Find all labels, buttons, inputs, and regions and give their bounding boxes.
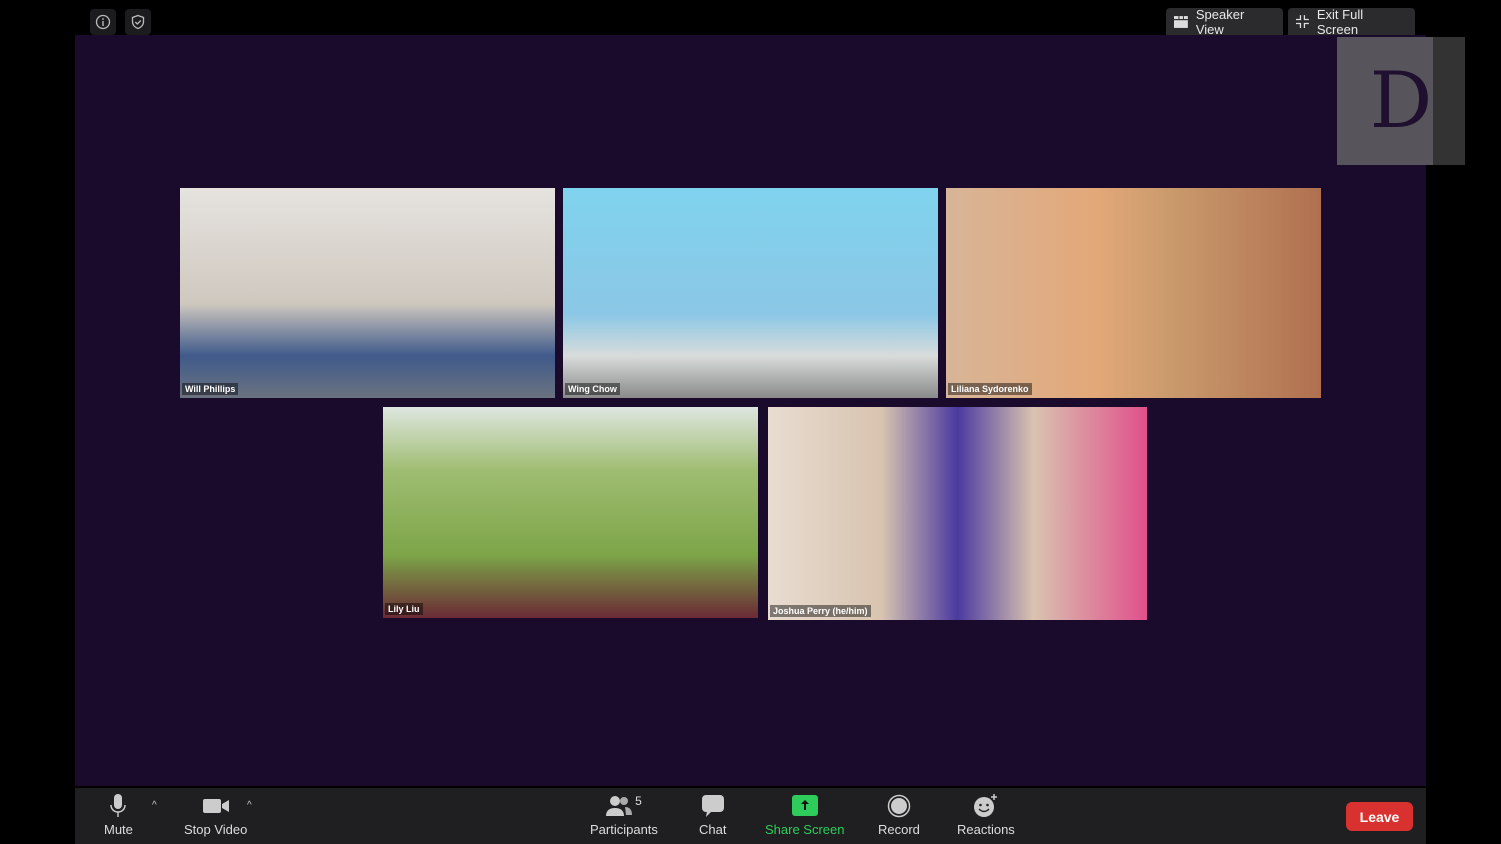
share-screen-button[interactable]: Share Screen [765, 794, 845, 837]
participant-name: Will Phillips [182, 383, 239, 395]
chat-button[interactable]: Chat [699, 794, 726, 837]
video-tile[interactable]: Wing Chow [563, 188, 938, 398]
self-view-logo: D [1337, 37, 1465, 165]
reactions-button[interactable]: Reactions [957, 794, 1015, 837]
security-button[interactable] [125, 9, 151, 35]
exit-full-screen-button[interactable]: Exit Full Screen [1288, 6, 1415, 37]
participant-name: Wing Chow [565, 383, 620, 395]
video-tile[interactable]: Lily Liu [383, 407, 758, 618]
info-icon [95, 14, 111, 30]
chat-bubble-icon [701, 795, 724, 817]
stop-video-button[interactable]: Stop Video [184, 794, 247, 837]
record-button[interactable]: Record [878, 794, 920, 837]
shield-check-icon [131, 14, 145, 30]
participant-name: Joshua Perry (he/him) [770, 605, 871, 617]
video-camera-icon [202, 799, 229, 813]
speaker-view-label: Speaker View [1195, 6, 1245, 37]
audio-options-caret[interactable]: ^ [152, 800, 157, 811]
participant-count: 5 [635, 794, 642, 808]
video-options-caret[interactable]: ^ [247, 800, 252, 811]
share-screen-icon [791, 795, 818, 816]
video-tile[interactable]: Liliana Sydorenko [946, 188, 1321, 398]
video-tile[interactable]: Will Phillips [180, 188, 555, 398]
participants-icon [606, 796, 633, 816]
smiley-plus-icon [973, 794, 997, 817]
meeting-toolbar: Mute ^ Stop Video ^ 5 Participants Chat … [75, 788, 1426, 844]
video-tile[interactable]: Joshua Perry (he/him) [768, 407, 1147, 620]
mute-button[interactable]: Mute [104, 794, 133, 837]
participants-button[interactable]: 5 Participants [590, 794, 658, 837]
participant-name: Liliana Sydorenko [948, 383, 1032, 395]
participant-name: Lily Liu [385, 603, 423, 615]
leave-button[interactable]: Leave [1346, 802, 1413, 831]
info-button[interactable] [90, 9, 116, 35]
grid-icon [1174, 15, 1188, 28]
speaker-view-button[interactable]: Speaker View [1166, 6, 1283, 37]
exit-full-screen-label: Exit Full Screen [1316, 6, 1364, 37]
record-icon [887, 794, 911, 818]
exit-fullscreen-icon [1296, 15, 1309, 28]
microphone-icon [110, 794, 127, 817]
